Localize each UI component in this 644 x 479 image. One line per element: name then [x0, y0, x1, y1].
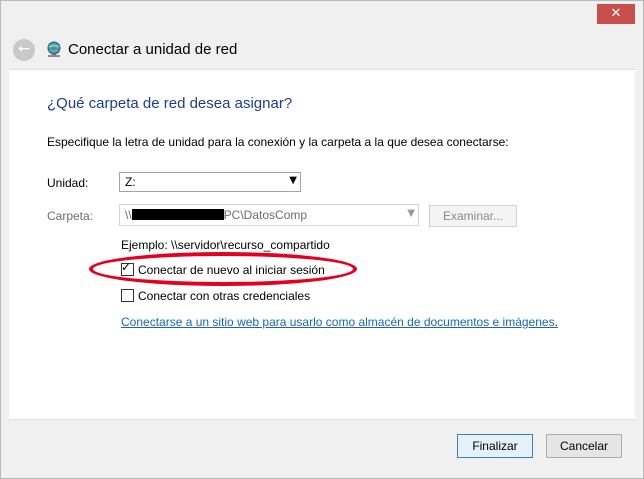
dialog-content: ¿Qué carpeta de red desea asignar? Espec…: [9, 69, 635, 420]
checkbox-box[interactable]: [121, 289, 134, 302]
checkbox-box[interactable]: ✓: [121, 260, 134, 276]
folder-value-suffix: PC\DatosComp: [223, 208, 308, 222]
dialog-title: Conectar a unidad de red: [68, 41, 238, 58]
other-credentials-checkbox[interactable]: Conectar con otras credenciales: [121, 289, 310, 305]
web-site-link[interactable]: Conectarse a un sitio web para usarlo co…: [121, 315, 558, 329]
reconnect-checkbox[interactable]: ✓ Conectar de nuevo al iniciar sesión: [121, 260, 325, 279]
back-button[interactable]: ←: [13, 39, 35, 61]
drive-letter-select[interactable]: Z: ▼: [119, 172, 301, 192]
drive-letter-value: Z:: [125, 175, 136, 189]
chevron-down-icon: ▼: [289, 175, 297, 186]
map-network-drive-dialog: ✕ ← Conectar a unidad de red ¿Qué carpet…: [0, 0, 644, 479]
page-heading: ¿Qué carpeta de red desea asignar?: [47, 95, 293, 112]
finish-button[interactable]: Finalizar: [457, 434, 533, 458]
link-period: .: [554, 315, 558, 329]
other-credentials-label: Conectar con otras credenciales: [138, 289, 311, 303]
folder-label: Carpeta:: [47, 209, 94, 223]
close-icon: ✕: [610, 6, 622, 21]
title-bar: ✕ ← Conectar a unidad de red: [2, 2, 642, 68]
redacted-block: [131, 209, 224, 220]
web-site-link-text[interactable]: Conectarse a un sitio web para usarlo co…: [121, 315, 555, 329]
example-text: Ejemplo: \\servidor\recurso_compartido: [121, 238, 330, 252]
checkmark-icon: ✓: [121, 260, 132, 274]
folder-input[interactable]: \\ PC\DatosComp ▼: [119, 204, 419, 226]
browse-button[interactable]: Examinar...: [429, 205, 517, 227]
reconnect-label: Conectar de nuevo al iniciar sesión: [138, 263, 325, 277]
folder-value: \\ PC\DatosComp: [125, 208, 307, 222]
folder-value-prefix: \\: [125, 208, 132, 222]
instruction-text: Especifique la letra de unidad para la c…: [47, 135, 509, 149]
chevron-down-icon[interactable]: ▼: [407, 208, 415, 219]
back-arrow-icon: ←: [18, 41, 30, 57]
drive-label: Unidad:: [47, 176, 89, 190]
cancel-button[interactable]: Cancelar: [546, 434, 622, 458]
network-drive-icon: [47, 41, 61, 57]
close-button[interactable]: ✕: [597, 4, 635, 24]
